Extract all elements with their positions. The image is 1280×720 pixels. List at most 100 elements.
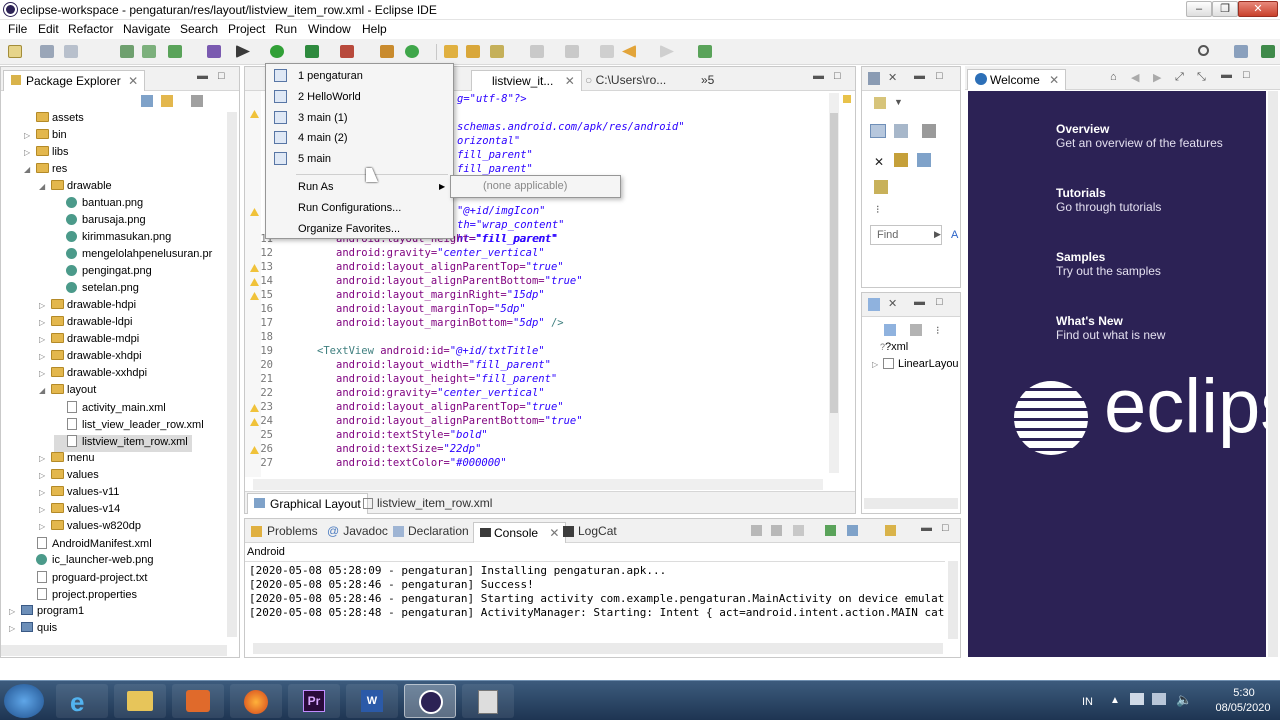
package-horizontal-scrollbar[interactable] [1, 645, 227, 656]
maximize-button[interactable]: ❐ [1212, 1, 1238, 17]
toggle-view-icon[interactable] [870, 124, 886, 138]
tree-item[interactable]: ▷ bin [24, 129, 67, 146]
open-task-icon[interactable] [466, 45, 480, 58]
run-history-item[interactable]: 2 HelloWorld [266, 87, 453, 107]
tree-item[interactable]: ▷ drawable-mdpi [39, 333, 139, 350]
menu-run[interactable]: Run [275, 22, 297, 36]
tree-item[interactable]: ic_launcher-web.png [24, 554, 154, 571]
expand-toggle-icon[interactable]: ▷ [39, 318, 48, 327]
external-tools-icon[interactable] [340, 45, 354, 58]
welcome-link-title[interactable]: What's New [1056, 314, 1123, 328]
maximize-view-icon[interactable]: □ [936, 296, 943, 308]
tree-item[interactable]: mengelolahpenelusuran.pr [54, 248, 212, 265]
expand-toggle-icon[interactable]: ◢ [39, 182, 48, 191]
run-history-item[interactable]: 4 main (2) [266, 128, 453, 148]
menu-file[interactable]: File [8, 22, 27, 36]
save-all-icon[interactable] [64, 45, 78, 58]
tree-item[interactable]: ▷ menu [39, 452, 95, 469]
pin-console-icon[interactable] [825, 525, 836, 536]
delete-icon[interactable]: ✕ [874, 155, 884, 169]
tree-item[interactable]: ◢ res [24, 163, 67, 180]
welcome-link-title[interactable]: Tutorials [1056, 186, 1106, 200]
welcome-link-description[interactable]: Go through tutorials [1056, 200, 1161, 214]
minimize-editor-icon[interactable]: ▬ [813, 70, 824, 82]
media-player-taskbar-icon[interactable] [172, 684, 224, 718]
expand-toggle-icon[interactable]: ◢ [39, 386, 48, 395]
expand-toggle-icon[interactable]: ▷ [39, 505, 48, 514]
editor-vertical-scrollbar[interactable] [829, 93, 839, 473]
tree-item[interactable]: ◢ layout [39, 384, 96, 401]
new-icon[interactable] [8, 45, 22, 58]
outline-horizontal-scrollbar[interactable] [864, 498, 958, 509]
code-editor[interactable]: 11 android:layout_height="fill_parent" 12 a… [245, 233, 825, 479]
avd-manager-icon[interactable] [142, 45, 156, 58]
welcome-link-description[interactable]: Try out the samples [1056, 264, 1161, 278]
close-view-icon[interactable]: ✕ [888, 71, 897, 84]
close-tab-icon[interactable]: ✕ [1049, 73, 1059, 87]
tab-javadoc[interactable]: @ Javadoc [327, 524, 388, 538]
back-icon[interactable]: ◀ [1131, 71, 1139, 84]
last-edit-icon[interactable] [600, 45, 614, 58]
maximize-view-icon[interactable]: □ [936, 70, 943, 82]
pin-editor-icon[interactable] [698, 45, 712, 58]
tree-item[interactable]: ▷ values [39, 469, 99, 486]
minimize-view-icon[interactable]: ▬ [921, 522, 932, 534]
palette-toolbar-icon[interactable] [874, 97, 886, 109]
coverage-icon[interactable] [305, 45, 319, 58]
tree-item[interactable]: ▷ drawable-hdpi [39, 299, 136, 316]
expand-toggle-icon[interactable]: ▷ [9, 607, 18, 616]
display-console-icon[interactable] [847, 525, 858, 536]
tree-item[interactable]: assets [24, 112, 84, 129]
calculator-taskbar-icon[interactable] [462, 684, 514, 718]
tree-item[interactable]: listview_item_row.xml [54, 435, 192, 452]
menu-project[interactable]: Project [228, 22, 265, 36]
open-perspective-icon[interactable] [1234, 45, 1248, 58]
restore-icon[interactable] [917, 153, 931, 167]
more-icon[interactable]: ⁝ [876, 203, 880, 216]
clock-date[interactable]: 08/05/2020 [1206, 702, 1280, 714]
android-perspective-icon[interactable] [1261, 45, 1275, 58]
action-center-icon[interactable] [1130, 693, 1144, 705]
tree-item[interactable]: ▷ drawable-xxhdpi [39, 367, 147, 384]
minimize-button[interactable]: – [1186, 1, 1212, 17]
find-input[interactable]: Find [870, 225, 942, 245]
dropdown-arrow-icon[interactable]: ▼ [894, 97, 903, 107]
show-hidden-icons[interactable]: ▲ [1110, 695, 1120, 706]
close-button[interactable]: ✕ [1238, 1, 1278, 17]
menu-icon[interactable]: ⁝ [936, 324, 940, 337]
menu-search[interactable]: Search [180, 22, 218, 36]
skip-icon[interactable] [236, 45, 250, 58]
expand-toggle-icon[interactable]: ▷ [24, 148, 33, 157]
tree-item[interactable]: ▷ program1 [9, 605, 84, 622]
tab-package-explorer[interactable]: Package Explorer ✕ [3, 70, 146, 91]
ie-taskbar-icon[interactable]: e [56, 684, 108, 718]
console-vertical-scrollbar[interactable] [948, 561, 958, 639]
expand-toggle-icon[interactable]: ▷ [39, 369, 48, 378]
tree-item[interactable]: list_view_leader_row.xml [54, 418, 204, 435]
tree-item[interactable]: ▷ drawable-ldpi [39, 316, 132, 333]
forward-icon[interactable]: ▶ [1153, 71, 1161, 84]
close-view-icon[interactable]: ✕ [888, 297, 897, 310]
run-history-item[interactable]: 5 main [266, 149, 453, 169]
console-output[interactable]: [2020-05-08 05:28:09 - pengaturan] Insta… [245, 561, 945, 636]
quick-access-search-icon[interactable] [1198, 45, 1209, 56]
properties-icon[interactable] [922, 124, 936, 138]
zoom-icon[interactable]: ⤡ [1197, 71, 1206, 84]
language-indicator[interactable]: IN [1082, 696, 1093, 708]
tree-item[interactable]: setelan.png [54, 282, 139, 299]
minimize-view-icon[interactable]: ▬ [914, 70, 925, 82]
tab-graphical-layout[interactable]: Graphical Layout [247, 493, 368, 514]
run-configurations-item[interactable]: Run Configurations... [266, 198, 453, 218]
forward-icon[interactable] [660, 45, 674, 58]
welcome-link-title[interactable]: Samples [1056, 250, 1105, 264]
debug-icon[interactable] [207, 45, 221, 58]
back-icon[interactable] [622, 45, 636, 58]
expand-toggle-icon[interactable]: ▷ [39, 352, 48, 361]
explorer-taskbar-icon[interactable] [114, 684, 166, 718]
collapse-all-icon[interactable] [141, 95, 153, 107]
tree-item[interactable]: proguard-project.txt [24, 571, 147, 588]
welcome-link-title[interactable]: Overview [1056, 122, 1109, 136]
expand-toggle-icon[interactable]: ▷ [39, 454, 48, 463]
menu-window[interactable]: Window [308, 22, 351, 36]
expand-toggle-icon[interactable]: ◢ [24, 165, 33, 174]
